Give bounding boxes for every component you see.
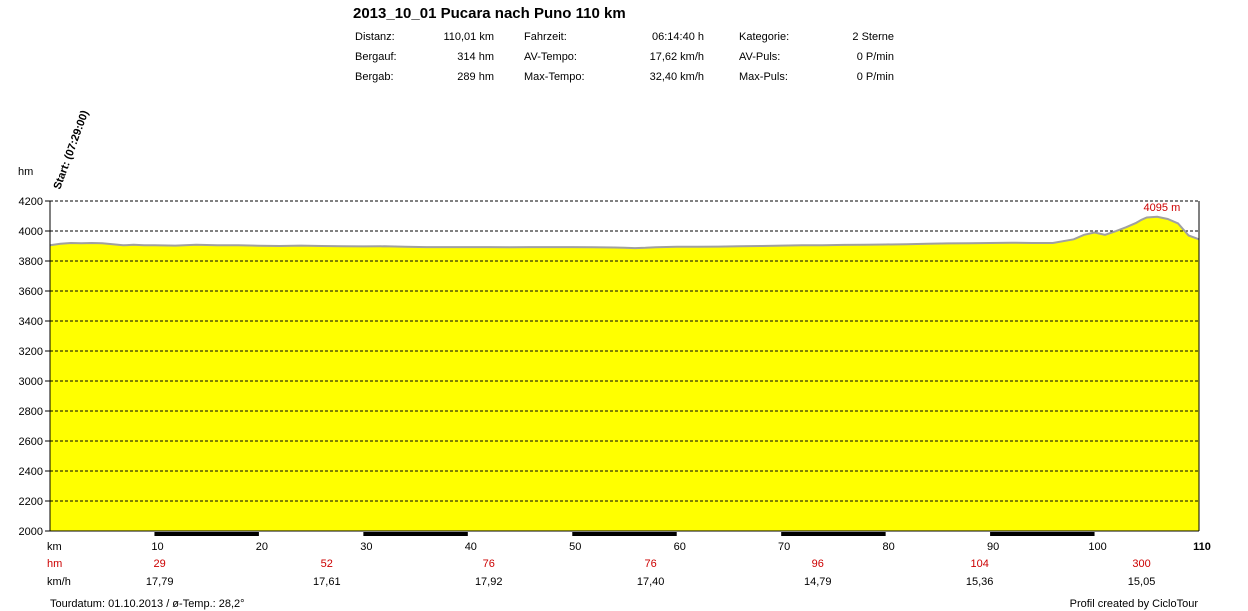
elevation-line [49, 215, 1200, 250]
segment-hm-value: 76 [644, 558, 656, 570]
segment-speed-value: 17,61 [313, 576, 341, 588]
y-tick-label: 2600 [19, 436, 43, 448]
y-axis-label: hm [18, 166, 33, 178]
y-tick-label: 3800 [19, 256, 43, 268]
row-label-hm: hm [47, 558, 62, 570]
footer-tour-info: Tourdatum: 01.10.2013 / ø-Temp.: 28,2° [50, 598, 245, 610]
y-tick-label: 3000 [19, 376, 43, 388]
segment-speed-value: 15,05 [1128, 576, 1156, 588]
elevation-area [50, 216, 1199, 532]
start-label: Start: (07:29:00) [52, 108, 92, 191]
x-tick-label: 100 [1088, 541, 1106, 553]
segment-band [154, 532, 259, 536]
x-tick-label: 110 [1193, 541, 1211, 553]
x-tick-label: 60 [674, 541, 686, 553]
x-tick-label: 10 [151, 541, 163, 553]
segment-speed-value: 17,92 [475, 576, 503, 588]
x-tick-label: 40 [465, 541, 477, 553]
y-tick-label: 3400 [19, 316, 43, 328]
segment-hm-value: 300 [1132, 558, 1150, 570]
segment-hm-value: 96 [812, 558, 824, 570]
segment-band [572, 532, 677, 536]
y-tick-label: 4000 [19, 226, 43, 238]
segment-speed-value: 14,79 [804, 576, 832, 588]
x-tick-label: 30 [360, 541, 372, 553]
y-tick-label: 3600 [19, 286, 43, 298]
segment-speed-value: 17,40 [637, 576, 665, 588]
segment-speed-value: 15,36 [966, 576, 994, 588]
segment-speed-value: 17,79 [146, 576, 174, 588]
segment-hm-value: 29 [154, 558, 166, 570]
elevation-chart: 2000 2200 2400 2600 2800 3000 3200 3400 3600 3800… [18, 108, 1211, 588]
y-tick-label: 3200 [19, 346, 43, 358]
row-label-kmh: km/h [47, 576, 71, 588]
x-tick-label: 80 [883, 541, 895, 553]
x-tick-label: 20 [256, 541, 268, 553]
y-tick-label: 2800 [19, 406, 43, 418]
y-tick-label: 2000 [19, 526, 43, 538]
segment-band [781, 532, 886, 536]
y-tick-label: 4200 [19, 196, 43, 208]
segment-hm-value: 52 [321, 558, 333, 570]
row-label-km: km [47, 541, 62, 553]
max-elevation-label: 4095 m [1144, 202, 1181, 214]
x-tick-label: 50 [569, 541, 581, 553]
segment-hm-value: 104 [970, 558, 988, 570]
x-tick-label: 90 [987, 541, 999, 553]
segment-hm-value: 76 [483, 558, 495, 570]
footer-credit: Profil created by CicloTour [1069, 598, 1198, 610]
x-tick-label: 70 [778, 541, 790, 553]
y-tick-label: 2400 [19, 466, 43, 478]
segment-band [363, 532, 468, 536]
segment-band [990, 532, 1095, 536]
y-tick-label: 2200 [19, 496, 43, 508]
